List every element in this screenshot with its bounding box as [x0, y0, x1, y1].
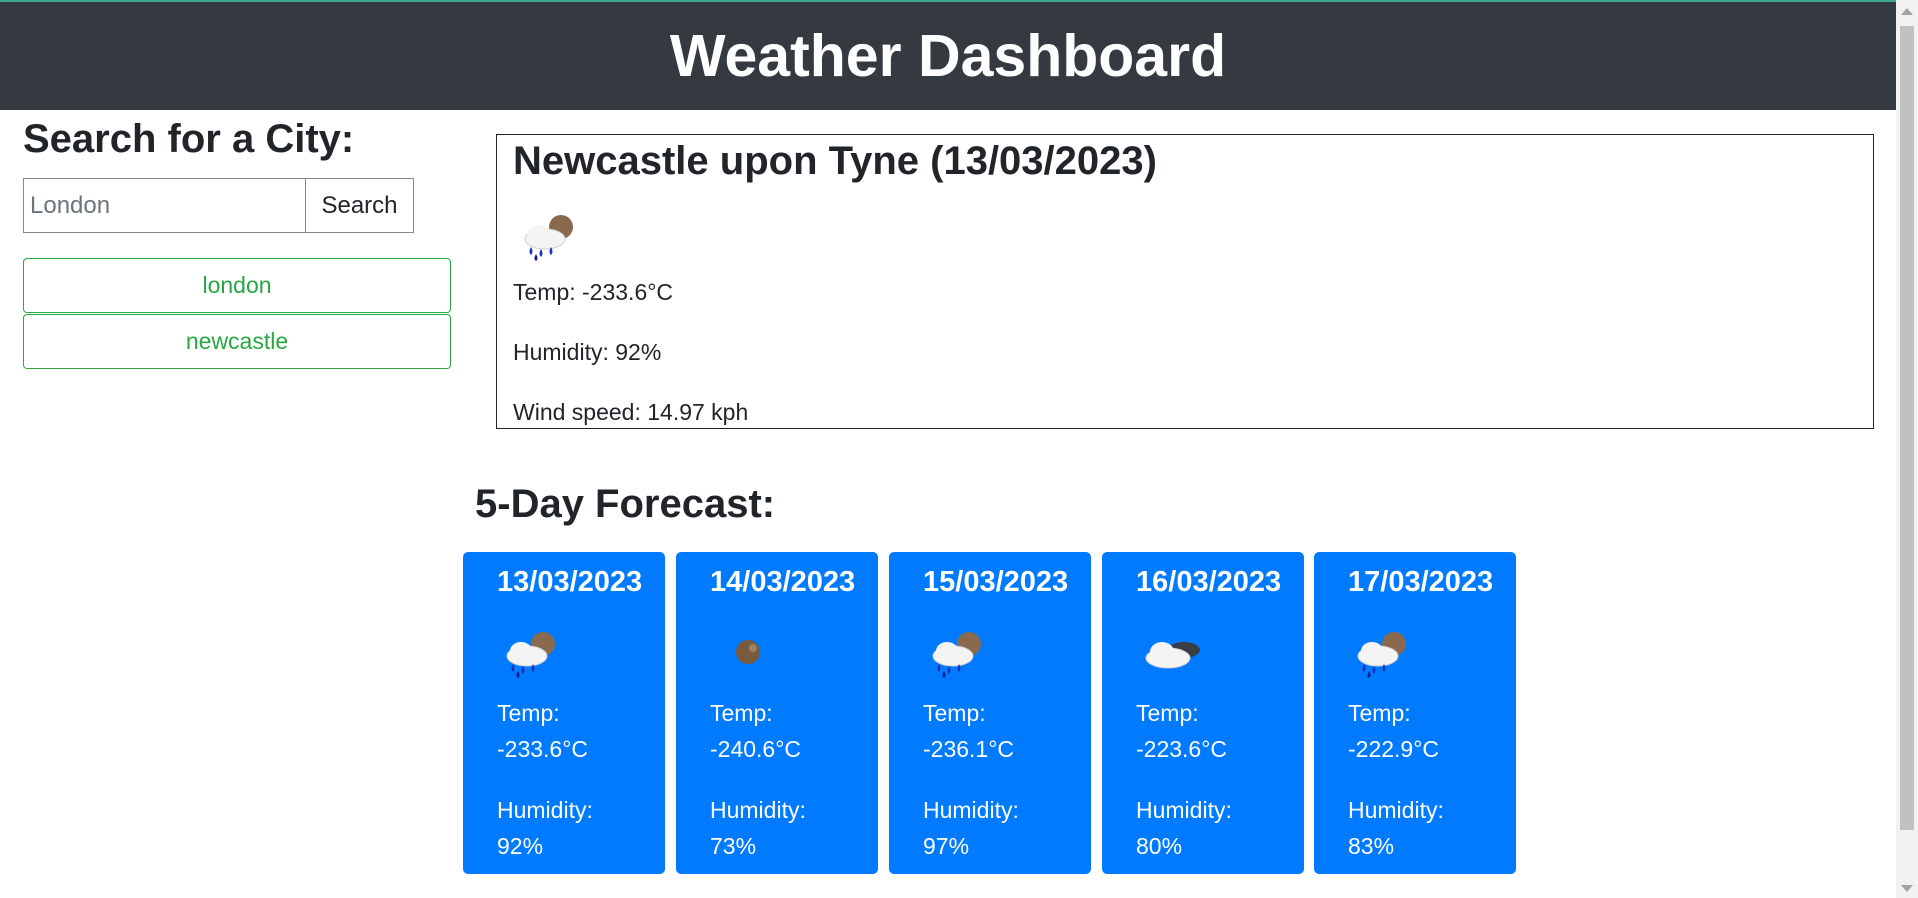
- search-heading: Search for a City:: [23, 117, 355, 161]
- forecast-card: 15/03/2023 Temp: -236.1°C Humidity: 97%: [889, 552, 1091, 874]
- forecast-humidity-label: Humidity:: [710, 797, 806, 823]
- current-temp: Temp: -233.6°C: [513, 279, 674, 305]
- forecast-humidity-label: Humidity:: [1136, 797, 1232, 823]
- forecast-date: 13/03/2023: [497, 566, 643, 598]
- rain-cloud-icon: [925, 628, 987, 678]
- forecast-humidity-value: 97%: [923, 833, 970, 859]
- forecast-humidity-value: 83%: [1348, 833, 1395, 859]
- forecast-card: 17/03/2023 Temp: -222.9°C Humidity: 83%: [1314, 552, 1516, 874]
- forecast-humidity-label: Humidity:: [1348, 797, 1444, 823]
- forecast-card: 13/03/2023 Temp: -233.6°C Humidity: 92%: [463, 552, 665, 874]
- forecast-card: 16/03/2023 Temp: -223.6°C Humidity: 80%: [1102, 552, 1304, 874]
- forecast-humidity-value: 92%: [497, 833, 544, 859]
- current-city-title: Newcastle upon Tyne (13/03/2023): [513, 139, 1157, 183]
- forecast-temp-value: -222.9°C: [1348, 736, 1440, 762]
- page-title: Weather Dashboard: [669, 23, 1227, 89]
- vertical-scrollbar[interactable]: [1896, 0, 1918, 898]
- rain-cloud-icon: [499, 628, 561, 678]
- forecast-temp-label: Temp:: [497, 700, 560, 726]
- forecast-card: 14/03/2023 Temp: -240.6°C Humidity: 73%: [676, 552, 878, 874]
- current-weather-panel: Newcastle upon Tyne (13/03/2023) Temp: -…: [496, 134, 1874, 429]
- current-humidity: Humidity: 92%: [513, 339, 662, 365]
- moon-icon: [712, 628, 774, 678]
- city-search-input[interactable]: [23, 178, 306, 233]
- history-button-newcastle[interactable]: newcastle: [23, 314, 451, 369]
- forecast-date: 16/03/2023: [1136, 566, 1282, 598]
- forecast-humidity-value: 73%: [710, 833, 757, 859]
- forecast-humidity-value: 80%: [1136, 833, 1183, 859]
- forecast-date: 14/03/2023: [710, 566, 856, 598]
- forecast-date: 17/03/2023: [1348, 566, 1494, 598]
- cloudy-icon: [1138, 628, 1208, 678]
- forecast-humidity-label: Humidity:: [923, 797, 1019, 823]
- forecast-date: 15/03/2023: [923, 566, 1069, 598]
- current-wind-speed: Wind speed: 14.97 kph: [513, 399, 749, 425]
- rain-cloud-icon: [517, 211, 579, 261]
- forecast-heading: 5-Day Forecast:: [475, 482, 776, 526]
- forecast-temp-value: -236.1°C: [923, 736, 1015, 762]
- forecast-temp-label: Temp:: [923, 700, 986, 726]
- history-button-london[interactable]: london: [23, 258, 451, 313]
- forecast-temp-value: -240.6°C: [710, 736, 802, 762]
- forecast-temp-value: -223.6°C: [1136, 736, 1228, 762]
- page-header: Weather Dashboard: [0, 2, 1896, 110]
- forecast-humidity-label: Humidity:: [497, 797, 593, 823]
- scroll-up-arrow-icon[interactable]: [1901, 8, 1913, 15]
- rain-cloud-icon: [1350, 628, 1412, 678]
- search-button[interactable]: Search: [305, 178, 414, 233]
- forecast-temp-label: Temp:: [1136, 700, 1199, 726]
- forecast-temp-label: Temp:: [1348, 700, 1411, 726]
- forecast-temp-value: -233.6°C: [497, 736, 589, 762]
- scrollbar-thumb[interactable]: [1900, 26, 1914, 830]
- scroll-down-arrow-icon[interactable]: [1901, 885, 1913, 892]
- forecast-temp-label: Temp:: [710, 700, 773, 726]
